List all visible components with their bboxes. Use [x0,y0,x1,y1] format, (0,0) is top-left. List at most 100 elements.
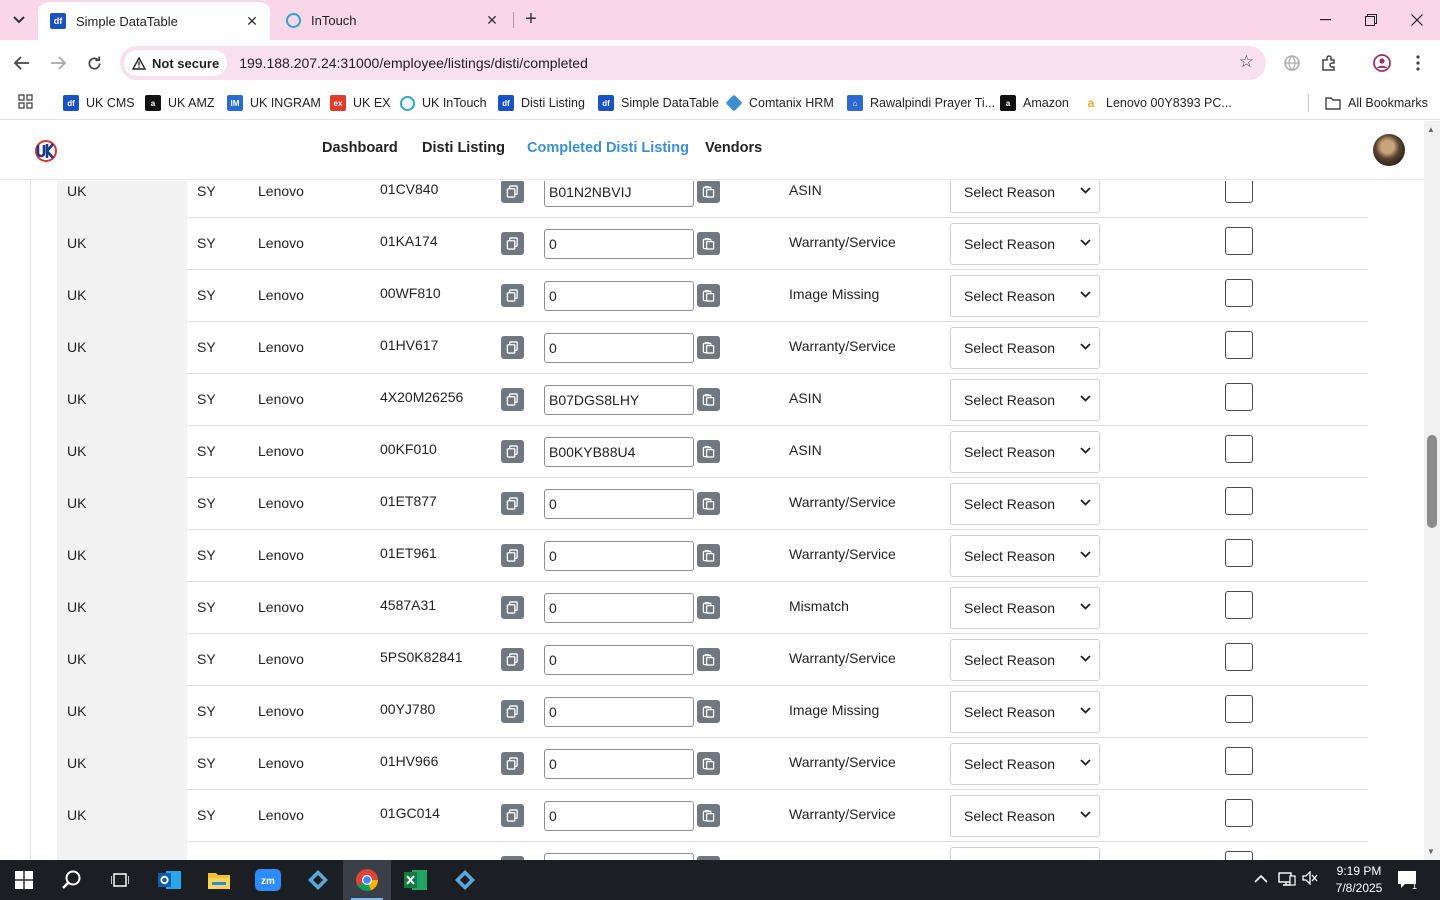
close-tab-icon[interactable]: ✕ [244,13,260,29]
system-clock[interactable]: 9:19 PM 7/8/2025 [1326,863,1392,897]
copy-part-number-icon[interactable] [501,596,524,619]
copy-part-number-icon[interactable] [501,232,524,255]
nav-disti-listing[interactable]: Disti Listing [422,140,505,156]
asin-input[interactable] [544,645,694,675]
excel-icon[interactable] [392,860,440,900]
paste-asin-icon[interactable] [697,492,720,515]
row-checkbox[interactable] [1225,851,1253,860]
copy-part-number-icon[interactable] [501,752,524,775]
reason-select[interactable]: Select Reason [950,379,1100,421]
all-bookmarks-button[interactable]: All Bookmarks [1325,92,1428,114]
minimize-window-icon[interactable] [1302,0,1348,40]
paste-asin-icon[interactable] [697,596,720,619]
bookmark-lenovo-product[interactable]: a Lenovo 00Y8393 PC... [1083,92,1232,114]
copy-part-number-icon[interactable] [501,804,524,827]
show-hidden-icons-chevron-icon[interactable] [1254,871,1268,886]
asin-input[interactable] [544,181,694,207]
row-checkbox[interactable] [1225,435,1253,463]
network-icon[interactable] [1278,871,1296,890]
paste-asin-icon[interactable] [697,648,720,671]
search-icon[interactable] [48,860,96,900]
scroll-down-arrow-icon[interactable]: ▼ [1427,847,1435,856]
copy-part-number-icon[interactable] [501,492,524,515]
page-scrollbar[interactable]: ▲ ▼ [1424,121,1440,860]
asin-input[interactable] [544,541,694,571]
reason-select[interactable]: Select Reason [950,847,1100,860]
bookmark-rawalpindi-prayer[interactable]: ⌂ Rawalpindi Prayer Ti... [847,92,995,114]
apps-grid-icon[interactable] [18,94,34,110]
asin-input[interactable] [544,749,694,779]
close-tab-icon[interactable]: ✕ [484,12,500,28]
reason-select[interactable]: Select Reason [950,691,1100,733]
paste-asin-icon[interactable] [697,804,720,827]
copy-part-number-icon[interactable] [501,700,524,723]
user-avatar[interactable] [1373,134,1405,166]
copy-part-number-icon[interactable] [501,336,524,359]
app-diamond-icon[interactable] [294,860,342,900]
row-checkbox[interactable] [1225,747,1253,775]
uk-logo-icon[interactable] [33,138,59,164]
reason-select[interactable]: Select Reason [950,181,1100,213]
site-info-chip[interactable]: Not secure [124,50,228,76]
asin-input[interactable] [544,333,694,363]
copy-part-number-icon[interactable] [501,544,524,567]
bookmark-comtanix-hrm[interactable]: Comtanix HRM [725,92,834,114]
paste-asin-icon[interactable] [697,440,720,463]
row-checkbox[interactable] [1225,539,1253,567]
copy-part-number-icon[interactable] [501,284,524,307]
row-checkbox[interactable] [1225,591,1253,619]
back-arrow-icon[interactable] [10,51,34,75]
asin-input[interactable] [544,281,694,311]
reason-select[interactable]: Select Reason [950,431,1100,473]
zoom-icon[interactable]: zm [244,860,292,900]
bookmark-simple-datatable[interactable]: df Simple DataTable [598,92,719,114]
app-diamond-icon[interactable] [441,860,489,900]
asin-input[interactable] [544,593,694,623]
paste-asin-icon[interactable] [697,700,720,723]
reload-icon[interactable] [82,51,106,75]
row-checkbox[interactable] [1225,695,1253,723]
reason-select[interactable]: Select Reason [950,743,1100,785]
translate-globe-icon[interactable] [1280,51,1304,75]
asin-input[interactable] [544,697,694,727]
asin-input[interactable] [544,229,694,259]
reason-select[interactable]: Select Reason [950,223,1100,265]
paste-asin-icon[interactable] [697,232,720,255]
paste-asin-icon[interactable] [697,752,720,775]
bookmark-amazon[interactable]: a Amazon [1000,92,1069,114]
bookmark-disti-listing[interactable]: df Disti Listing [498,92,585,114]
scrollbar-thumb[interactable] [1427,435,1437,528]
bookmark-uk-ex[interactable]: ex UK EX [330,92,391,114]
asin-input[interactable] [544,801,694,831]
close-window-icon[interactable] [1394,0,1440,40]
reason-select[interactable]: Select Reason [950,535,1100,577]
asin-input[interactable] [544,489,694,519]
row-checkbox[interactable] [1225,383,1253,411]
bookmark-star-icon[interactable]: ☆ [1239,52,1254,72]
asin-input[interactable] [544,385,694,415]
bookmark-uk-intouch[interactable]: UK InTouch [400,92,487,114]
bookmark-uk-ingram[interactable]: IM UK INGRAM [227,92,321,114]
reason-select[interactable]: Select Reason [950,795,1100,837]
row-checkbox[interactable] [1225,227,1253,255]
row-checkbox[interactable] [1225,331,1253,359]
reason-select[interactable]: Select Reason [950,483,1100,525]
bookmark-uk-cms[interactable]: df UK CMS [63,92,135,114]
file-explorer-icon[interactable] [195,860,243,900]
tab-search-chevron-icon[interactable] [8,9,30,31]
copy-part-number-icon[interactable] [501,388,524,411]
tab-intouch[interactable]: InTouch ✕ [274,0,510,40]
reason-select[interactable]: Select Reason [950,327,1100,369]
chrome-icon[interactable] [343,860,391,900]
paste-asin-icon[interactable] [697,181,720,203]
extensions-puzzle-icon[interactable] [1317,51,1341,75]
reason-select[interactable]: Select Reason [950,639,1100,681]
start-icon[interactable] [0,860,48,900]
nav-vendors[interactable]: Vendors [705,140,762,156]
notifications-icon[interactable]: 1 [1397,870,1419,893]
copy-part-number-icon[interactable] [501,181,524,203]
row-checkbox[interactable] [1225,279,1253,307]
copy-part-number-icon[interactable] [501,440,524,463]
tab-simple-datatable[interactable]: df Simple DataTable ✕ [38,2,270,40]
nav-completed-disti-listing[interactable]: Completed Disti Listing [527,140,689,156]
